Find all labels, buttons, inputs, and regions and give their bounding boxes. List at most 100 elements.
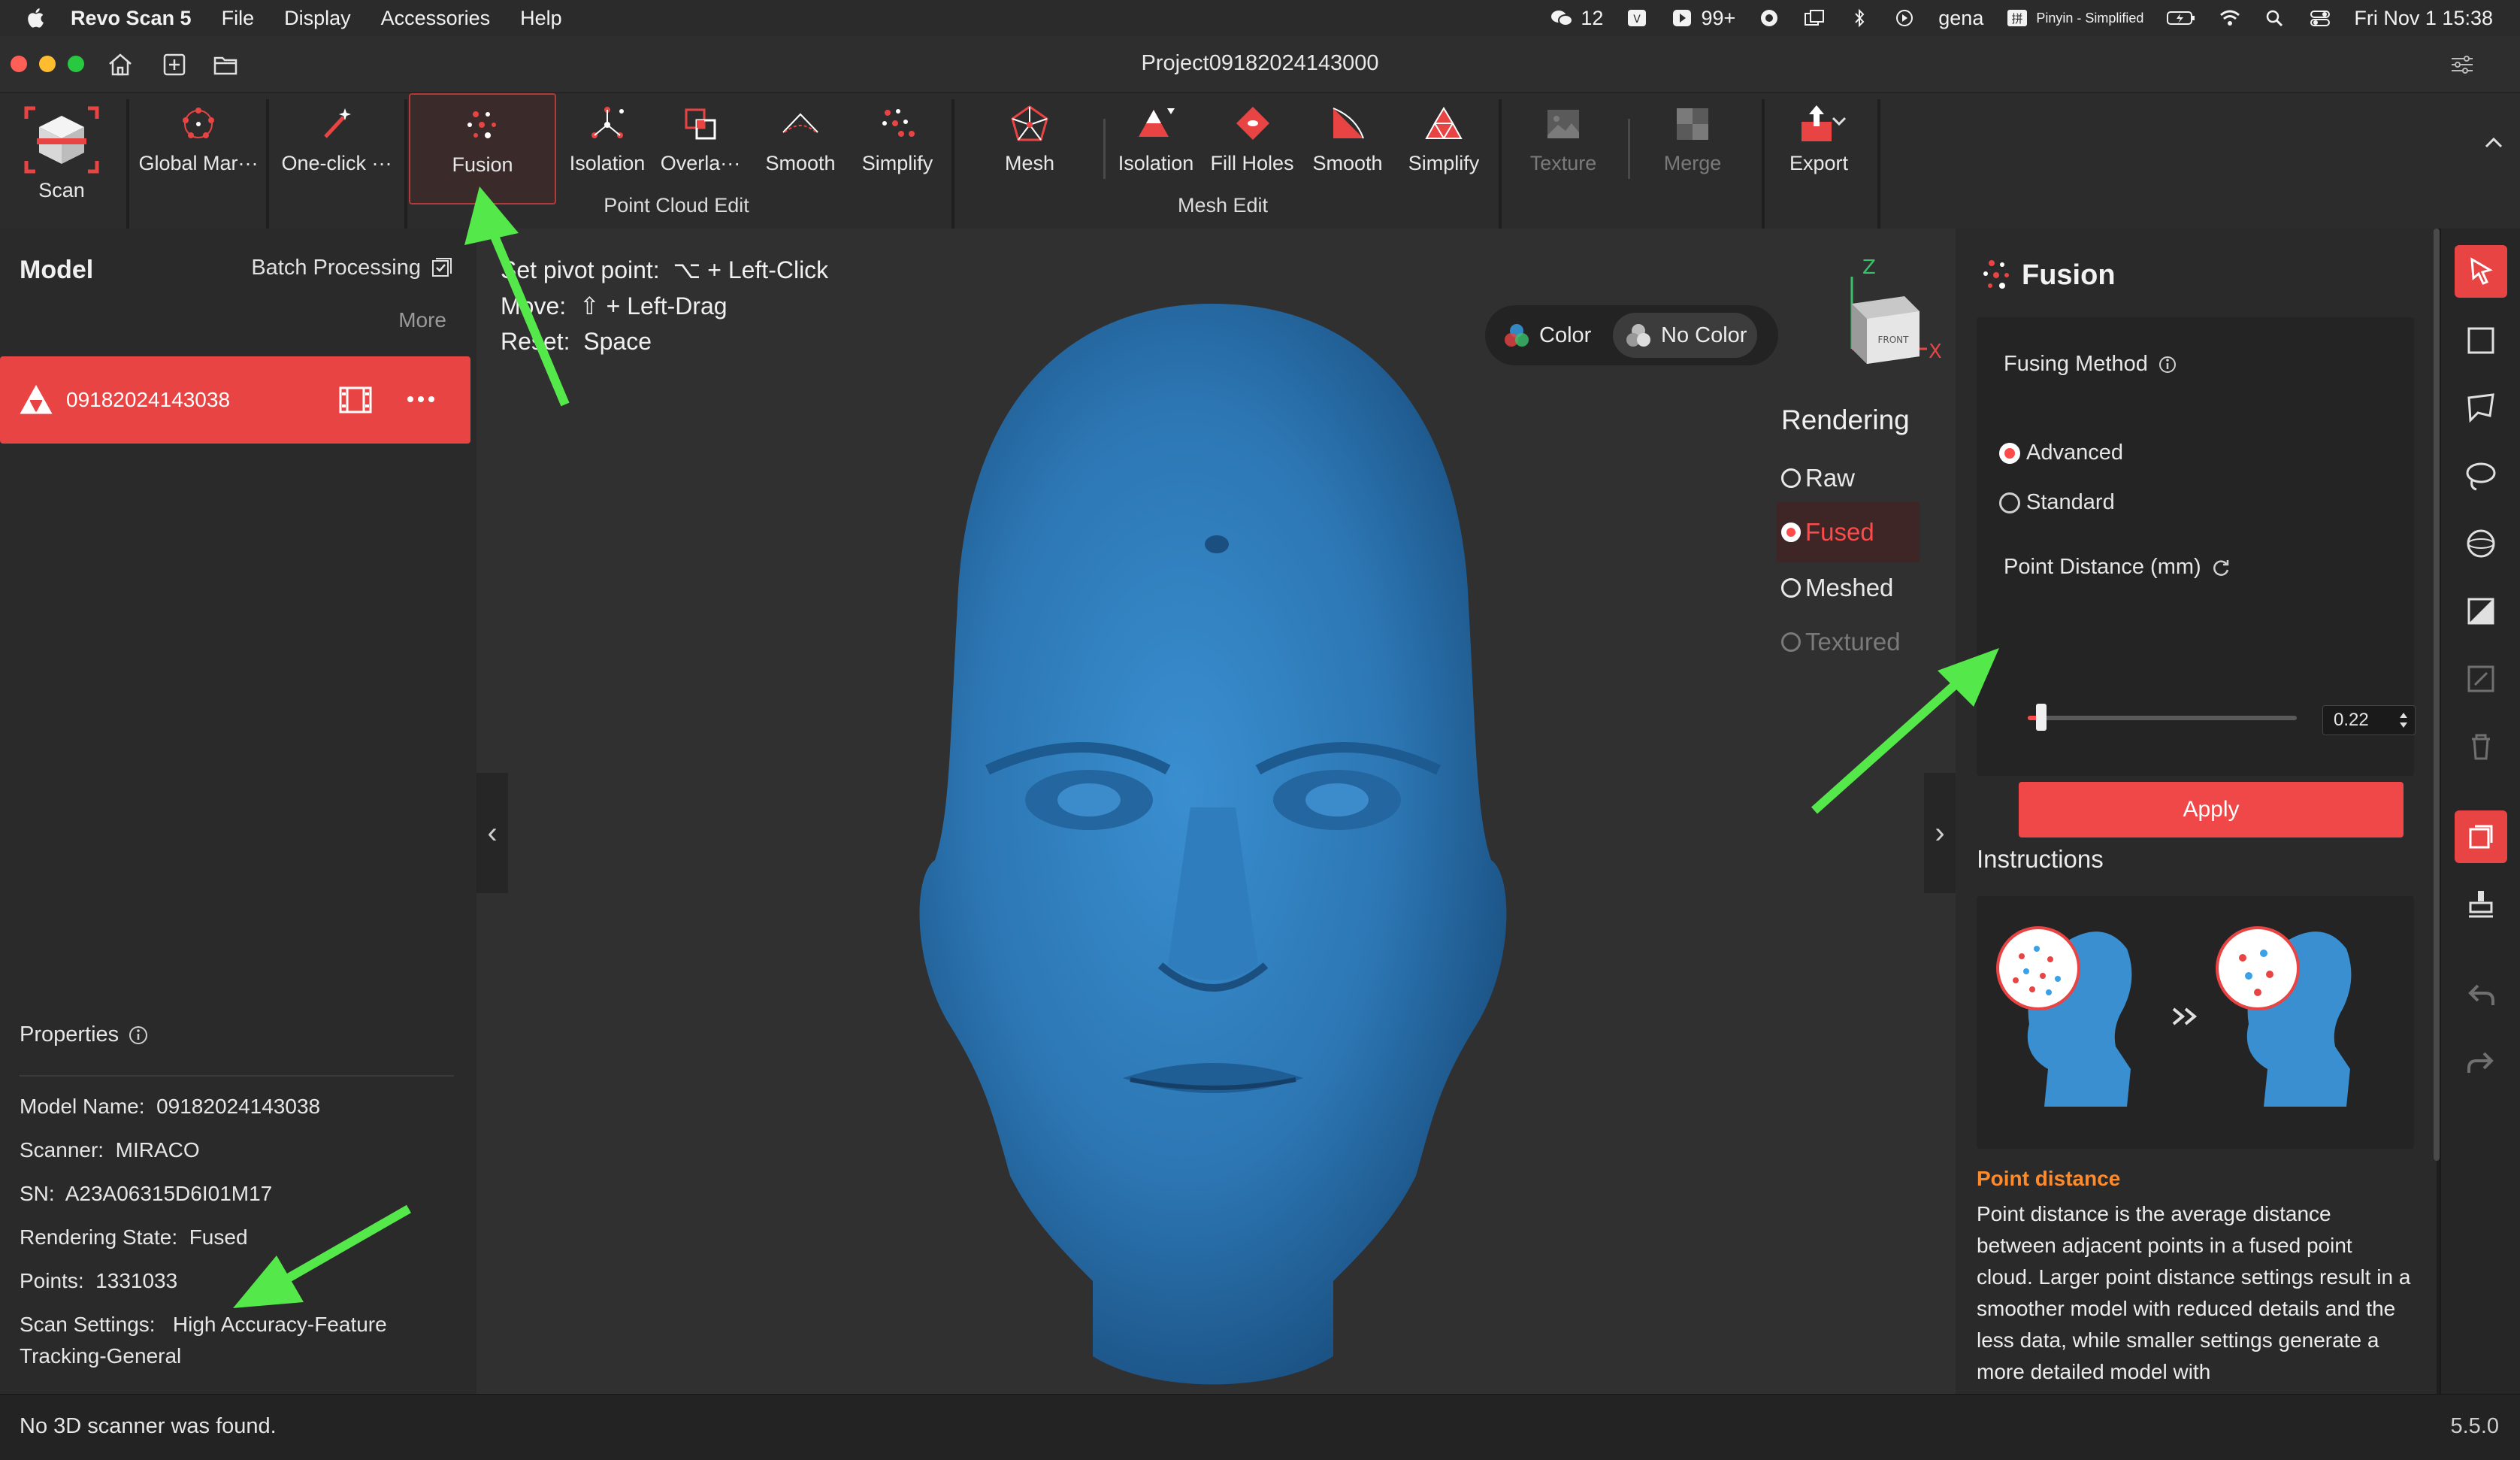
delete-tool[interactable] [2455,720,2507,773]
polygon-select-tool[interactable] [2455,382,2507,435]
rendering-fused-option[interactable]: Fused [1777,502,1919,562]
mesh-isolation-button[interactable]: Isolation [1111,93,1201,204]
color-option[interactable]: Color [1491,313,1602,358]
view-fit-tool[interactable] [2455,810,2507,863]
media-play-icon[interactable] [1893,8,1916,28]
point-distance-description: Point distance is the average distance b… [1977,1202,2411,1383]
color-mode-toggle: Color No Color [1485,305,1778,365]
menu-display[interactable]: Display [284,7,351,30]
info-icon[interactable] [128,1025,149,1046]
gizmo-x-label: X [1929,341,1942,363]
export-button[interactable]: Export [1774,93,1864,204]
notification-status[interactable]: 99+ [1671,7,1735,30]
rendering-textured-option[interactable]: Textured [1777,612,1919,672]
overlap-button[interactable]: Overla··· [654,93,747,204]
settings-sliders-icon[interactable] [2447,50,2477,80]
undo-button[interactable] [2455,968,2507,1021]
menu-file[interactable]: File [222,7,255,30]
wechat-status[interactable]: 12 [1550,7,1603,30]
redo-button[interactable] [2455,1036,2507,1089]
mesh-button[interactable]: Mesh [977,93,1082,204]
wifi-icon[interactable] [2219,8,2241,28]
fusion-panel-scrollbar[interactable] [2434,229,2440,1161]
mesh-smooth-button[interactable]: Smooth [1300,93,1395,204]
reset-refresh-icon[interactable] [2210,557,2231,578]
window-title-bar: Project09182024143000 [0,36,2520,93]
gizmo-front-label: FRONT [1878,335,1910,345]
model-list-item[interactable]: 09182024143038 [0,356,470,444]
sphere-select-tool[interactable] [2455,517,2507,570]
point-distance-slider[interactable] [2028,716,2297,720]
more-button[interactable]: More [398,308,446,332]
spotlight-search-icon[interactable] [2264,8,2286,28]
point-distance-header: Point Distance (mm) [2004,555,2231,580]
invert-selection-tool[interactable] [2455,653,2507,705]
input-method[interactable]: 拼 Pinyin - Simplified [2006,8,2143,28]
scan-button[interactable]: Scan [0,93,123,229]
cleanup-tool[interactable] [2455,878,2507,931]
grammarly-icon[interactable] [1758,8,1780,28]
3d-viewport[interactable]: Set pivot point: ⌥ + Left-Click Move: ⇧ … [476,229,1956,1394]
fill-holes-button[interactable]: Fill Holes [1203,93,1302,204]
prop-sn: SN: A23A06315D6I01M17 [20,1182,273,1205]
menu-accessories[interactable]: Accessories [381,7,491,30]
apply-button[interactable]: Apply [2019,782,2404,838]
pointer-select-tool[interactable] [2455,245,2507,298]
rectangle-select-tool[interactable] [2455,314,2507,367]
slider-thumb[interactable] [2035,704,2047,731]
pc-isolation-button[interactable]: Isolation [562,93,652,204]
method-advanced-radio[interactable]: Advanced [1999,441,2123,465]
fusion-button[interactable]: Fusion [409,93,556,204]
user-name[interactable]: gena [1938,7,1983,30]
pc-smooth-label: Smooth [765,152,836,174]
point-distance-input[interactable]: 0.22 [2322,705,2416,735]
plane-cut-tool[interactable] [2455,585,2507,638]
rendering-meshed-option[interactable]: Meshed [1777,558,1919,618]
mesh-simplify-button[interactable]: Simplify [1396,93,1491,204]
battery-icon[interactable] [2166,8,2196,28]
app-menu[interactable]: Revo Scan 5 [71,7,192,30]
instructions-illustration [1977,896,2414,1149]
apple-icon[interactable] [26,7,48,29]
fusion-dots-icon [1983,260,2009,289]
fusing-method-header: Fusing Method [2004,352,2178,377]
export-chevron-down-icon[interactable] [1829,111,1849,131]
menu-extras: 12 V 99+ gena 拼 Pinyin - Simplified Fri … [1550,0,2493,36]
lasso-select-tool[interactable] [2455,450,2507,502]
head-model-3d[interactable] [837,289,1589,1394]
batch-processing-button[interactable]: Batch Processing [251,256,454,280]
collapse-left-panel-button[interactable]: ‹ [476,773,508,893]
no-color-circles-icon [1626,324,1650,347]
pc-smooth-button[interactable]: Smooth [752,93,849,204]
clock[interactable]: Fri Nov 1 15:38 [2354,7,2493,30]
svg-text:V: V [1634,14,1641,26]
color-label: Color [1539,323,1592,347]
more-options-icon[interactable] [406,394,436,404]
collapse-right-panel-button[interactable]: › [1924,773,1956,893]
method-standard-radio[interactable]: Standard [1999,490,2115,515]
view-orientation-gizmo[interactable]: FRONT Z X [1799,259,1942,394]
undo-icon [2468,984,2494,1005]
prop-scan-settings-cont: Tracking-General [20,1344,182,1368]
film-frames-icon[interactable] [338,385,373,415]
hint-set-pivot: Set pivot point: ⌥ + Left-Click [501,256,829,283]
control-center-icon[interactable] [2309,8,2331,28]
one-click-button[interactable]: One-click ··· [272,93,401,204]
bluetooth-icon[interactable] [1848,8,1871,28]
merge-icon [1677,108,1708,140]
texture-button[interactable]: Texture [1511,93,1616,204]
merge-button[interactable]: Merge [1640,93,1745,204]
stepper-arrows-icon[interactable] [2398,710,2409,730]
rendering-raw-option[interactable]: Raw [1777,448,1919,508]
no-color-option[interactable]: No Color [1613,313,1758,358]
vpn-icon[interactable]: V [1626,8,1648,28]
notification-count: 99+ [1701,6,1736,29]
menu-help[interactable]: Help [520,7,562,30]
info-icon[interactable] [2157,354,2178,375]
collapse-toolbar-chevron-up-icon[interactable] [2482,131,2506,155]
polygon-select-icon [2467,393,2494,423]
global-markers-button[interactable]: Global Mar··· [134,93,263,204]
pc-simplify-button[interactable]: Simplify [851,93,944,204]
wechat-count: 12 [1581,6,1604,29]
window-switch-icon[interactable] [1803,8,1826,28]
